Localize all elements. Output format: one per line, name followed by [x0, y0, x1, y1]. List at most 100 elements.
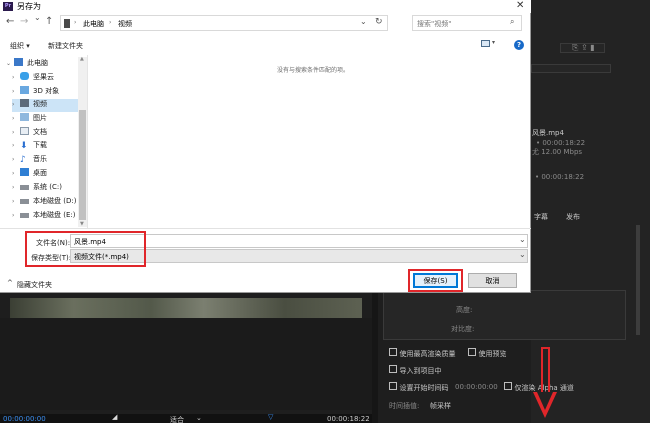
search-icon[interactable]: ⌕ — [510, 17, 514, 27]
out-point-icon[interactable]: ▽ — [268, 413, 273, 421]
tab-captions[interactable]: 字幕 — [534, 212, 548, 222]
address-bar[interactable]: › 此电脑 › 视频 ⌄ ↻ — [60, 15, 388, 31]
video-folder-icon — [20, 99, 29, 107]
save-as-dialog: Pr 另存为 ✕ ← → ⌄ ↑ › 此电脑 › 视频 ⌄ ↻ 搜索"视频" ⌕… — [0, 0, 531, 293]
collapsed-chevron-icon[interactable]: › — [12, 212, 20, 219]
search-input[interactable]: 搜索"视频" — [412, 15, 522, 31]
empty-results-message: 没有与搜索条件匹配的项。 — [277, 67, 350, 74]
collapse-chevron-icon[interactable]: ^ — [7, 279, 13, 287]
desktop-icon — [20, 168, 29, 176]
tree-item-drive-c[interactable]: › 系统 (C:) — [12, 182, 88, 195]
hide-folders-link[interactable]: 隐藏文件夹 — [17, 280, 52, 290]
file-list-pane[interactable] — [89, 55, 531, 228]
output-filename: 风景.mp4 — [532, 129, 564, 137]
start-timecode-value: 00:00:00:00 — [455, 383, 498, 391]
playhead-icon[interactable]: ◢ — [112, 413, 117, 421]
tree-item-pictures[interactable]: › 图片 — [12, 113, 88, 126]
tree-item-drive-e[interactable]: › 本地磁盘 (E:) — [12, 210, 88, 223]
aspect-label: 对比度: — [451, 325, 475, 333]
tree-item-3d-objects[interactable]: › 3D 对象 — [12, 86, 88, 99]
tree-item-videos[interactable]: › 视频 — [12, 99, 82, 112]
premiere-app-icon: Pr — [3, 2, 13, 11]
opt-start-timecode[interactable]: 设置开始时间码 — [389, 382, 449, 393]
organize-button[interactable]: 组织 ▾ — [10, 41, 30, 51]
tree-item-music[interactable]: › ♪ 音乐 — [12, 154, 88, 167]
forward-arrow-icon[interactable]: → — [20, 16, 28, 27]
tab-publish[interactable]: 发布 — [566, 212, 580, 222]
opt-import-project[interactable]: 导入到项目中 — [389, 365, 442, 376]
comments-field[interactable] — [531, 64, 611, 73]
drive-icon — [20, 213, 29, 218]
close-icon[interactable]: ✕ — [516, 0, 524, 11]
collapsed-chevron-icon[interactable]: › — [12, 142, 20, 149]
collapsed-chevron-icon[interactable]: › — [12, 156, 20, 163]
tree-item-documents[interactable]: › 文档 — [12, 127, 88, 140]
timecode-end: 00:00:18:22 — [327, 415, 370, 423]
preview-area — [0, 318, 372, 410]
opt-use-preview[interactable]: 使用预览 — [468, 348, 507, 359]
recent-dropdown-icon[interactable]: ⌄ — [34, 13, 41, 22]
drive-icon — [20, 199, 29, 204]
collapsed-chevron-icon[interactable]: › — [12, 88, 20, 95]
annotation-arrow-inner — [537, 392, 553, 410]
bottom-separator — [0, 228, 531, 229]
scroll-up-icon[interactable]: ▲ — [80, 56, 84, 62]
documents-icon — [20, 127, 29, 135]
refresh-icon[interactable]: ↻ — [375, 17, 383, 27]
collapsed-chevron-icon[interactable]: › — [12, 115, 20, 122]
height-label: 高度: — [456, 306, 473, 314]
view-options-icon[interactable] — [481, 40, 490, 47]
filetype-dropdown-icon[interactable]: ⌄ — [519, 250, 526, 259]
breadcrumb-item[interactable]: 此电脑 — [83, 19, 104, 29]
scroll-down-icon[interactable]: ▼ — [80, 221, 84, 227]
back-arrow-icon[interactable]: ← — [6, 16, 14, 27]
breadcrumb-chevron-icon: › — [74, 19, 77, 26]
collapsed-chevron-icon[interactable]: › — [12, 170, 20, 177]
computer-icon — [64, 19, 70, 28]
collapsed-chevron-icon[interactable]: › — [12, 101, 20, 108]
collapsed-chevron-icon[interactable]: › — [12, 129, 20, 136]
source-duration: • 00:00:18:22 — [535, 173, 585, 181]
breadcrumb-item[interactable]: 视频 — [118, 19, 132, 29]
up-arrow-icon[interactable]: ↑ — [45, 16, 53, 27]
fit-chevron-icon[interactable]: ⌄ — [196, 414, 202, 422]
3d-objects-icon — [20, 86, 29, 94]
music-icon: ♪ — [20, 155, 26, 165]
timecode-current: 00:00:00:00 — [3, 415, 46, 423]
fit-select[interactable]: 适合 — [170, 415, 184, 423]
drive-c-icon — [20, 185, 29, 190]
tree-item-drive-d[interactable]: › 本地磁盘 (D:) — [12, 196, 88, 209]
title-bar[interactable] — [0, 0, 531, 13]
tree-item-downloads[interactable]: › ⬇ 下载 — [12, 140, 88, 153]
filename-dropdown-icon[interactable]: ⌄ — [519, 235, 526, 244]
tree-item-nutstore[interactable]: › 坚果云 — [12, 72, 88, 85]
time-interp-label: 时间插值: — [389, 402, 420, 410]
opt-max-quality[interactable]: 使用最高渲染质量 — [389, 348, 456, 359]
pictures-icon — [20, 113, 29, 121]
tree-item-this-pc[interactable]: ⌄ 此电脑 — [6, 58, 82, 71]
collapsed-chevron-icon[interactable]: › — [12, 198, 20, 205]
dialog-title: 另存为 — [17, 2, 41, 11]
view-dropdown-icon[interactable]: ▾ — [492, 39, 495, 46]
downloads-icon: ⬇ — [20, 141, 28, 151]
new-folder-button[interactable]: 新建文件夹 — [48, 41, 83, 51]
panel-divider[interactable] — [372, 292, 378, 423]
expanded-chevron-icon[interactable]: ⌄ — [6, 60, 14, 67]
save-preset-icon[interactable]: ⎘ ⇪ ▮ — [572, 43, 595, 53]
address-dropdown-icon[interactable]: ⌄ — [360, 17, 367, 26]
sidebar-scroll-thumb[interactable] — [79, 110, 86, 220]
nutstore-icon — [20, 72, 29, 80]
settings-scrollbar[interactable] — [636, 225, 640, 335]
collapsed-chevron-icon[interactable]: › — [12, 74, 20, 81]
cancel-button[interactable]: 取消 — [468, 273, 517, 288]
breadcrumb-chevron-icon: › — [109, 19, 112, 26]
tree-item-desktop[interactable]: › 桌面 — [12, 168, 88, 181]
annotation-arrow-shaft — [541, 347, 550, 393]
timeline-bar[interactable] — [0, 414, 372, 423]
collapsed-chevron-icon[interactable]: › — [12, 184, 20, 191]
save-button[interactable]: 保存(S) — [413, 273, 458, 288]
help-icon[interactable]: ? — [514, 40, 524, 50]
time-interp-select[interactable]: 帧采样 — [430, 401, 451, 411]
video-preview — [10, 298, 362, 318]
output-duration: • 00:00:18:22 — [536, 139, 586, 147]
